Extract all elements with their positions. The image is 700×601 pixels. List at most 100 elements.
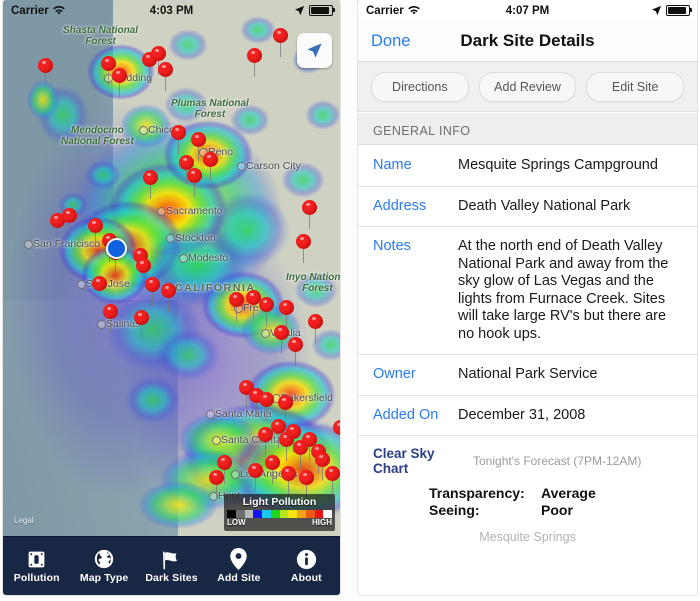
detail-row-owner: Owner National Park Service (358, 355, 697, 396)
dark-site-pin[interactable] (112, 68, 127, 83)
dark-site-pin[interactable] (161, 283, 176, 298)
map-pin-stem (118, 81, 121, 97)
legend-color-swatch (323, 510, 332, 518)
map-city-dot (212, 436, 221, 445)
map-city-dot (237, 162, 246, 171)
map-city-dot (179, 254, 188, 263)
legend-scale: LOW HIGH (227, 518, 332, 528)
dark-site-pin[interactable] (308, 314, 323, 329)
dark-site-pin[interactable] (136, 258, 151, 273)
map-pin-stem (331, 479, 334, 495)
add-review-button[interactable]: Add Review (478, 71, 577, 102)
tab-map-type[interactable]: Map Type (70, 537, 137, 595)
map-pin-stem (308, 445, 311, 461)
map-pin-stem (148, 65, 151, 81)
map-city-dot (261, 329, 270, 338)
detail-row-added-on: Added On December 31, 2008 (358, 396, 697, 436)
dark-site-pin[interactable] (299, 470, 314, 485)
map-pin-stem (265, 310, 268, 326)
flag-icon (160, 548, 184, 570)
legend-color-swatch (288, 510, 297, 518)
dark-site-pin[interactable] (281, 466, 296, 481)
legend-color-swatch (262, 510, 271, 518)
dark-site-pin[interactable] (151, 46, 166, 61)
dark-site-pin[interactable] (259, 297, 274, 312)
screenshot-stage: Shasta National Forest Redding Mendocino Nat… (0, 0, 700, 601)
dark-site-pin[interactable] (187, 168, 202, 183)
map-pin-stem (253, 61, 256, 77)
dark-site-pin[interactable] (62, 208, 77, 223)
tab-pollution[interactable]: Pollution (3, 537, 70, 595)
dark-site-pin[interactable] (92, 276, 107, 291)
map-pin-stem (252, 303, 255, 319)
light-pollution-legend: Light Pollution LOW HIGH (224, 494, 335, 531)
tab-label: Pollution (13, 572, 60, 584)
detail-row-address: Address Death Valley National Park (358, 187, 697, 227)
map-pin-stem (109, 317, 112, 333)
tab-dark-sites[interactable]: Dark Sites (138, 537, 205, 595)
dark-site-pin[interactable] (274, 325, 289, 340)
legend-color-swatch (253, 510, 262, 518)
dark-site-pin[interactable] (203, 152, 218, 167)
dark-site-pin[interactable] (158, 62, 173, 77)
legend-color-swatch (244, 510, 254, 518)
bottom-tab-bar[interactable]: Pollution Map Type Dark Sites Add Site About (3, 536, 340, 595)
dark-site-pin[interactable] (88, 218, 103, 233)
dark-site-pin[interactable] (286, 424, 301, 439)
dark-site-pin[interactable] (38, 58, 53, 73)
dark-site-pin[interactable] (143, 170, 158, 185)
right-status-bar: Carrier 4:07 PM (358, 0, 697, 21)
status-time: 4:03 PM (149, 4, 194, 17)
map-city-dot (231, 470, 240, 479)
clear-sky-chart-header[interactable]: Clear Sky Chart Tonight's Forecast (7PM-1… (358, 436, 697, 482)
dark-site-pin[interactable] (273, 28, 288, 43)
dark-site-pin[interactable] (217, 455, 232, 470)
legend-color-swatch (270, 510, 280, 518)
dark-site-pin[interactable] (145, 277, 160, 292)
dark-site-pin[interactable] (302, 200, 317, 215)
dark-site-pin[interactable] (259, 392, 274, 407)
map-pin-stem (279, 41, 282, 57)
map-pin-stem (142, 271, 145, 287)
dark-site-pin[interactable] (279, 300, 294, 315)
map-pin-stem (294, 350, 297, 366)
dark-site-pin[interactable] (171, 125, 186, 140)
dark-site-pin[interactable] (103, 304, 118, 319)
right-phone-screen: Carrier 4:07 PM Done Dark Site Details D… (358, 0, 697, 595)
detail-value: At the north end of Death Valley Nationa… (458, 238, 669, 342)
left-status-bar: Carrier 4:03 PM (3, 0, 340, 21)
map-pin-stem (215, 483, 218, 499)
dark-site-pin[interactable] (248, 463, 263, 478)
dark-site-pin[interactable] (247, 48, 262, 63)
detail-value: Death Valley National Park (458, 197, 631, 214)
map-pin-stem (308, 213, 311, 229)
forecast-row-label: Seeing: (429, 502, 480, 518)
map-city-dot (97, 320, 106, 329)
dark-site-pin[interactable] (315, 452, 330, 467)
dark-site-pin[interactable] (229, 292, 244, 307)
dark-site-pin[interactable] (191, 132, 206, 147)
dark-site-pin[interactable] (265, 455, 280, 470)
forecast-row: Seeing: Poor (358, 502, 697, 519)
dark-site-pin[interactable] (296, 234, 311, 249)
map-pin-stem (245, 393, 248, 409)
map-pin-stem (299, 453, 302, 469)
locate-me-button[interactable] (297, 33, 332, 68)
dark-site-pin[interactable] (209, 470, 224, 485)
legend-color-swatch (314, 510, 324, 518)
directions-button[interactable]: Directions (371, 71, 469, 102)
map-canvas (3, 0, 340, 537)
map-pin-stem (98, 289, 101, 305)
map-pin-stem (314, 327, 317, 343)
dark-site-pin[interactable] (325, 466, 340, 481)
pollution-map[interactable]: Shasta National Forest Redding Mendocino Nat… (3, 0, 340, 537)
tab-add-site[interactable]: Add Site (205, 537, 272, 595)
tab-about[interactable]: About (273, 537, 340, 595)
clear-sky-chart-label: Clear Sky Chart (373, 446, 435, 476)
dark-site-pin[interactable] (134, 310, 149, 325)
edit-site-button[interactable]: Edit Site (586, 71, 685, 102)
map-legal-link[interactable]: Legal (14, 516, 34, 525)
dark-site-pin[interactable] (288, 337, 303, 352)
dark-site-pin[interactable] (278, 395, 293, 410)
map-pin-stem (264, 440, 267, 456)
